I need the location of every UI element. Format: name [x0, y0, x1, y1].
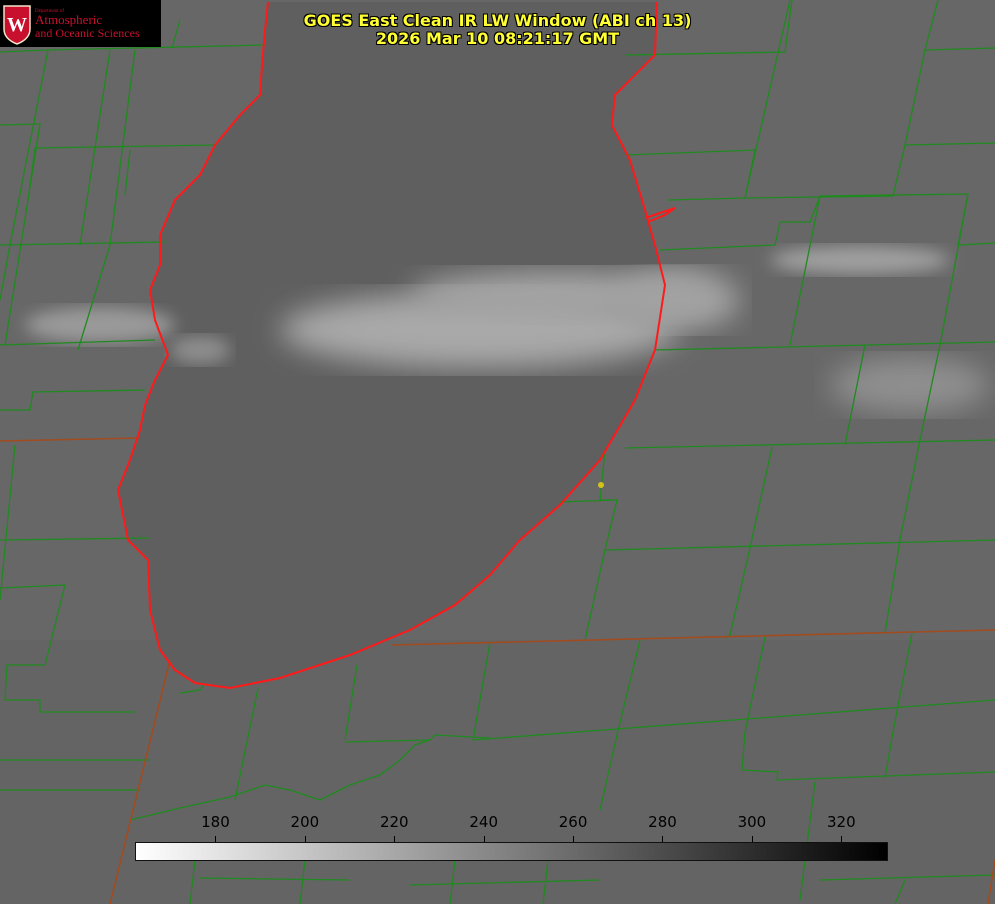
- ir-satellite-map: [0, 0, 995, 904]
- colorbar-tick-label: 200: [290, 813, 320, 831]
- colorbar-tick-label: 240: [469, 813, 498, 831]
- southern-land: [0, 640, 995, 904]
- image-title: GOES East Clean IR LW Window (ABI ch 13)…: [0, 12, 995, 48]
- colorbar-tick-label: 220: [379, 813, 409, 831]
- colorbar-tick-label: 260: [558, 813, 588, 831]
- colorbar-tick-mark: [304, 836, 306, 842]
- colorbar-tick-mark: [662, 836, 664, 842]
- location-marker: [598, 482, 604, 488]
- colorbar-tick-mark: [215, 836, 217, 842]
- title-timestamp: 2026 Mar 10 08:21:17 GMT: [375, 29, 620, 48]
- colorbar-tick-label: 300: [737, 813, 767, 831]
- colorbar-tick-label: 320: [826, 813, 856, 831]
- colorbar-tick-mark: [751, 836, 753, 842]
- colorbar-tick-mark: [394, 836, 396, 842]
- colorbar-tick-mark: [573, 836, 575, 842]
- title-product: GOES East Clean IR LW Window (ABI ch 13): [303, 11, 692, 30]
- colorbar-tick-label: 180: [201, 813, 230, 831]
- colorbar-tick-mark: [841, 836, 843, 842]
- colorbar-tick-mark: [483, 836, 485, 842]
- colorbar: [135, 842, 888, 861]
- colorbar-tick-label: 280: [648, 813, 677, 831]
